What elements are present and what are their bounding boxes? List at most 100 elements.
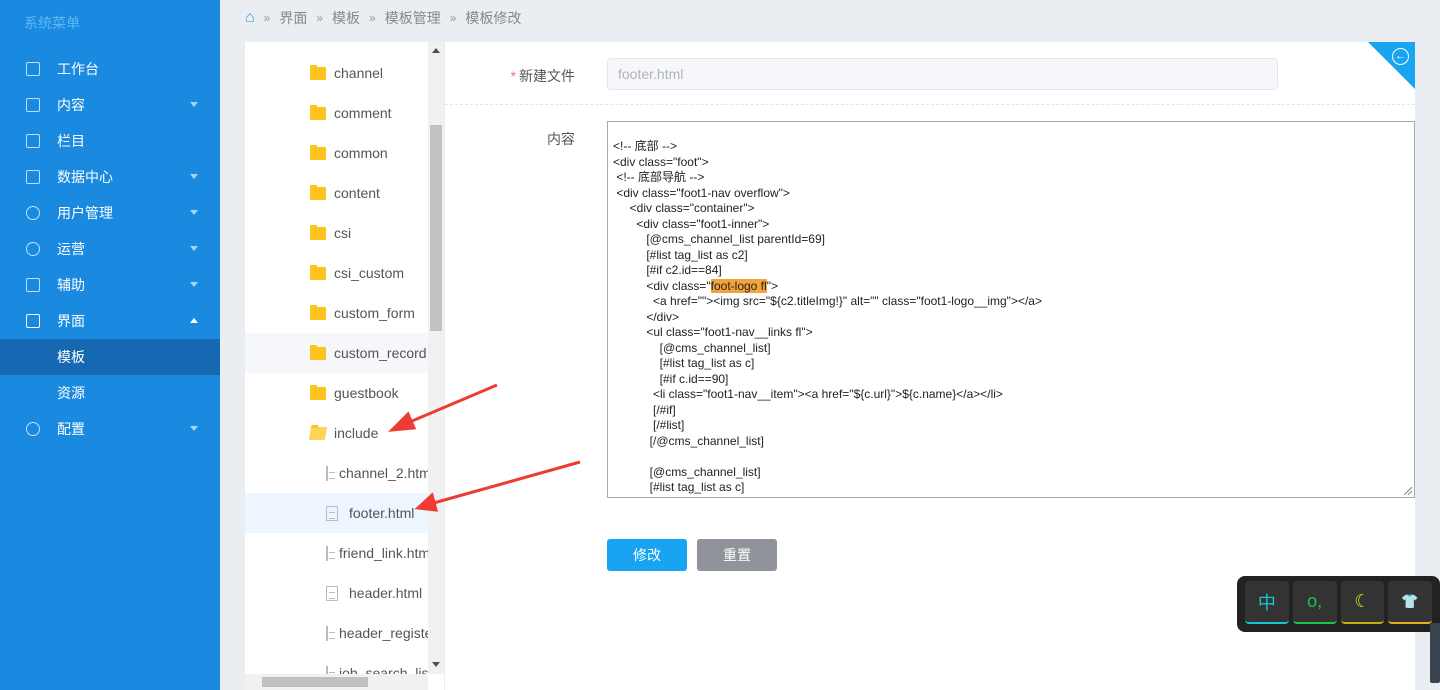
folder-icon xyxy=(310,264,326,280)
sidebar-item-label: 运营 xyxy=(57,241,85,257)
sidebar-item-label: 栏目 xyxy=(57,133,85,149)
sidebar-item-operations[interactable]: 运营 xyxy=(0,231,220,267)
folder-icon xyxy=(310,104,326,120)
ime-punctuation-key[interactable]: о, xyxy=(1292,581,1337,624)
ime-moon-icon[interactable]: ☾ xyxy=(1340,581,1385,624)
filename-label: * 新建文件 xyxy=(510,68,575,84)
code-line: [@cms_channel_list] xyxy=(613,340,771,355)
file-icon xyxy=(326,505,338,521)
home-icon[interactable]: ⌂ xyxy=(245,9,255,27)
tree-folder[interactable]: csi_custom xyxy=(245,253,428,293)
tree-folder[interactable]: csi xyxy=(245,213,428,253)
resize-handle[interactable] xyxy=(1404,487,1412,495)
code-line: <div class="foot-logo fl"> xyxy=(613,278,778,293)
tree-folder[interactable]: content xyxy=(245,173,428,213)
sidebar-title: 系统菜单 xyxy=(24,15,80,31)
sidebar-item-config[interactable]: 配置 xyxy=(0,411,220,447)
file-label: header_register.html xyxy=(339,625,428,641)
scroll-down-icon[interactable] xyxy=(432,662,440,667)
gear-icon xyxy=(26,422,40,436)
tree-folder[interactable]: custom_record xyxy=(245,333,428,373)
chevron-down-icon xyxy=(190,246,198,251)
sidebar-item-assist[interactable]: 辅助 xyxy=(0,267,220,303)
code-line: [#list tag_list as c] xyxy=(613,356,755,370)
layout-icon xyxy=(26,314,40,328)
separator-icon: » xyxy=(316,11,324,25)
sidebar-item-label: 内容 xyxy=(57,97,85,113)
reset-button[interactable]: 重置 xyxy=(697,539,777,571)
breadcrumb-item[interactable]: 模板管理 xyxy=(385,8,441,28)
file-icon xyxy=(326,625,335,641)
code-line: <li class="foot1-nav__item"><a href="${c… xyxy=(613,387,1003,401)
code-line: [@cms_channel_list] xyxy=(613,464,761,479)
sidebar-item-content[interactable]: 内容 xyxy=(0,87,220,123)
filename-input[interactable] xyxy=(607,58,1278,90)
file-icon xyxy=(326,465,335,481)
back-corner[interactable] xyxy=(1368,42,1415,89)
vertical-scrollbar[interactable] xyxy=(428,42,444,674)
file-icon xyxy=(326,545,335,561)
tree-folder-open[interactable]: include xyxy=(245,413,428,453)
breadcrumb-item[interactable]: 界面 xyxy=(279,8,307,28)
sidebar-item-workbench[interactable]: 工作台 xyxy=(0,51,220,87)
code-line: <!-- 底部导航 --> xyxy=(613,170,705,184)
folder-label: comment xyxy=(334,105,392,121)
submit-button[interactable]: 修改 xyxy=(607,539,687,571)
tree-folder[interactable]: channel xyxy=(245,53,428,93)
sidebar-subitem-template[interactable]: 模板 xyxy=(0,339,220,375)
separator-icon: » xyxy=(369,11,376,25)
sidebar-item-label: 界面 xyxy=(57,313,85,329)
chevron-down-icon xyxy=(190,174,198,179)
chevron-up-icon xyxy=(190,318,198,323)
sidebar-item-data-center[interactable]: 数据中心 xyxy=(0,159,220,195)
sidebar-item-interface[interactable]: 界面 xyxy=(0,303,220,339)
folder-label: custom_record xyxy=(334,345,427,361)
tree-file[interactable]: channel_2.html xyxy=(245,453,428,493)
back-arrow-icon[interactable]: ← xyxy=(1392,48,1409,65)
document-icon xyxy=(26,98,40,112)
horizontal-scrollbar[interactable] xyxy=(245,674,428,690)
ime-chinese-key[interactable]: 中 xyxy=(1245,581,1289,624)
separator-icon: » xyxy=(263,11,271,25)
scrollbar-thumb[interactable] xyxy=(430,125,442,331)
scrollbar-thumb[interactable] xyxy=(262,677,368,687)
tree-folder[interactable]: common xyxy=(245,133,428,173)
sidebar: 系统菜单 工作台 内容 栏目 数据中心 用户管理 运营 辅助 界面 模板 资源 … xyxy=(0,0,220,690)
tree-folder[interactable]: comment xyxy=(245,93,428,133)
folder-label: content xyxy=(334,185,380,201)
chevron-down-icon xyxy=(190,210,198,215)
tree-folder[interactable]: guestbook xyxy=(245,373,428,413)
tree-file[interactable]: header_register.html xyxy=(245,613,428,653)
box-icon xyxy=(26,278,40,292)
file-tree: channel comment common content csi csi_custom… xyxy=(245,42,444,690)
code-line: [#if c2.id==84] xyxy=(613,263,722,277)
folder-icon xyxy=(310,344,326,360)
volume-meter xyxy=(1430,623,1440,683)
file-label: channel_2.html xyxy=(339,465,428,481)
code-line: <div class="container"> xyxy=(613,201,755,215)
folder-icon xyxy=(310,64,326,80)
sidebar-item-column[interactable]: 栏目 xyxy=(0,123,220,159)
sidebar-subitem-resource[interactable]: 资源 xyxy=(0,375,220,411)
divider xyxy=(445,104,1415,105)
tree-folder[interactable]: custom_form xyxy=(245,293,428,333)
folder-icon xyxy=(310,184,326,200)
monitor-icon xyxy=(26,62,40,76)
folder-label: csi xyxy=(334,225,352,241)
ime-skin-icon[interactable]: 👕 xyxy=(1388,581,1432,624)
code-line: [#list tag_list as c2] xyxy=(613,247,748,262)
folder-icon xyxy=(310,304,326,320)
folder-label: channel xyxy=(334,65,384,81)
breadcrumb: ⌂ » 界面 » 模板 » 模板管理 » 模板修改 xyxy=(245,8,521,28)
code-line: <!-- 底部 --> xyxy=(613,139,678,153)
tree-file[interactable]: friend_link.html xyxy=(245,533,428,573)
breadcrumb-item[interactable]: 模板 xyxy=(332,8,360,28)
code-line: <div class="foot"> xyxy=(613,154,709,169)
sidebar-item-users[interactable]: 用户管理 xyxy=(0,195,220,231)
chart-icon xyxy=(26,170,40,184)
code-line: [@cms_channel_list parentId=69] xyxy=(613,232,825,246)
tree-file[interactable]: footer.html xyxy=(245,493,428,533)
tree-file[interactable]: header.html xyxy=(245,573,428,613)
content-textarea[interactable]: <!-- 底部 --> <div class="foot"> <!-- 底部导航 … xyxy=(607,121,1415,498)
scroll-up-icon[interactable] xyxy=(432,48,440,53)
